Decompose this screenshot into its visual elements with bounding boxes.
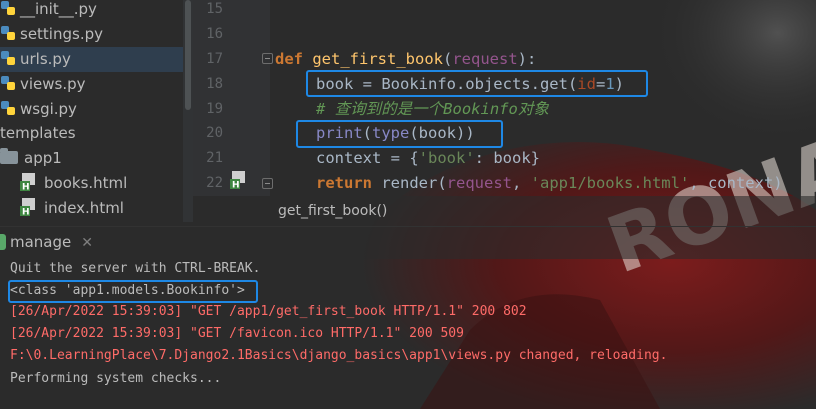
string-literal: 'app1/books.html' (530, 174, 690, 192)
parameter: request (446, 174, 512, 192)
tree-item-index-html[interactable]: Hindex.html (20, 196, 124, 221)
code-editor[interactable]: def get_first_book(request): book = Book… (270, 0, 816, 196)
code-text: render( (372, 174, 447, 192)
html-file-icon: H (20, 198, 35, 217)
keyword: def (275, 50, 303, 68)
console-line: Performing system checks... (10, 371, 222, 386)
tree-item-label: index.html (44, 199, 124, 217)
code-line-21[interactable]: context = {'book': book} (316, 146, 540, 171)
run-status-icon (0, 234, 6, 250)
python-file-icon (1, 101, 15, 115)
string-literal: 'book' (418, 149, 475, 167)
fold-marker-icon[interactable] (262, 53, 273, 64)
console-line: [26/Apr/2022 15:39:03] "GET /app1/get_fi… (10, 304, 527, 319)
parameter: request (452, 50, 518, 68)
code-text: context = { (316, 149, 419, 167)
code-line-19[interactable]: # 查询到的是一个Bookinfo对象 (316, 97, 549, 122)
related-template-icon[interactable]: H (230, 171, 246, 189)
tree-item-init-py[interactable]: __init__.py (0, 0, 97, 22)
line-number: 15 (206, 1, 223, 17)
close-icon[interactable]: ✕ (81, 235, 93, 251)
paren: ( (443, 50, 453, 68)
tree-item-label: books.html (44, 174, 128, 192)
line-number: 18 (206, 76, 223, 92)
tree-item-views-py[interactable]: views.py (0, 72, 86, 97)
code-text: , (511, 174, 531, 192)
code-line-17[interactable]: def get_first_book(request): (275, 47, 536, 72)
svg-text:H: H (232, 181, 240, 190)
svg-text:H: H (22, 208, 30, 217)
annotation-box-line-20 (296, 120, 503, 148)
folder-icon (0, 148, 18, 164)
console-line: F:\0.LearningPlace\7.Django2.1Basics\dja… (10, 348, 668, 363)
html-file-icon: H (20, 173, 35, 192)
svg-text:H: H (22, 183, 30, 192)
keyword: return (316, 174, 372, 192)
tree-item-urls-py[interactable]: urls.py (0, 47, 183, 72)
code-text: , context) (689, 174, 783, 192)
run-panel-header (0, 226, 816, 259)
line-number: 20 (206, 125, 223, 141)
line-number: 17 (206, 51, 223, 67)
python-file-icon (1, 26, 15, 40)
console-line: Quit the server with CTRL-BREAK. (10, 261, 261, 276)
code-text: : book} (474, 149, 540, 167)
tree-item-label: app1 (24, 149, 62, 167)
tree-item-wsgi-py[interactable]: wsgi.py (0, 97, 77, 122)
line-number: 19 (206, 101, 223, 117)
tree-item-books-html[interactable]: Hbooks.html (20, 171, 127, 196)
line-number: 21 (206, 150, 223, 166)
line-number: 22 (206, 175, 223, 191)
scrollbar-thumb[interactable] (185, 0, 191, 110)
ide-window: RONA __init__.py settings.py urls.py vie… (0, 0, 816, 409)
tree-item-label: templates (0, 124, 76, 142)
function-name: get_first_book (312, 50, 443, 68)
run-tab-label: manage (10, 233, 72, 251)
paren: ): (517, 50, 537, 68)
python-file-icon (1, 76, 15, 90)
python-file-icon (1, 1, 15, 15)
tree-item-label: wsgi.py (20, 100, 77, 118)
annotation-box-console-output (8, 280, 258, 303)
tree-item-label: __init__.py (20, 0, 97, 18)
tree-item-settings-py[interactable]: settings.py (0, 22, 103, 47)
project-tree-scrollbar[interactable] (183, 0, 193, 222)
tree-item-label: views.py (20, 75, 86, 93)
tree-item-label: urls.py (20, 50, 71, 68)
breadcrumb-function[interactable]: get_first_book() (278, 203, 387, 219)
console-line: [26/Apr/2022 15:39:03] "GET /favicon.ico… (10, 326, 464, 341)
line-number: 16 (206, 26, 223, 42)
annotation-box-line-18 (306, 70, 648, 97)
run-tab-manage[interactable]: manage ✕ (0, 231, 93, 253)
python-file-icon (1, 51, 15, 65)
tree-item-app1-folder[interactable]: app1 (0, 146, 62, 171)
code-line-22[interactable]: return render(request, 'app1/books.html'… (316, 171, 783, 196)
tree-item-templates-folder[interactable]: templates (0, 121, 76, 146)
tree-item-label: settings.py (20, 25, 103, 43)
fold-marker-icon[interactable] (262, 178, 273, 189)
